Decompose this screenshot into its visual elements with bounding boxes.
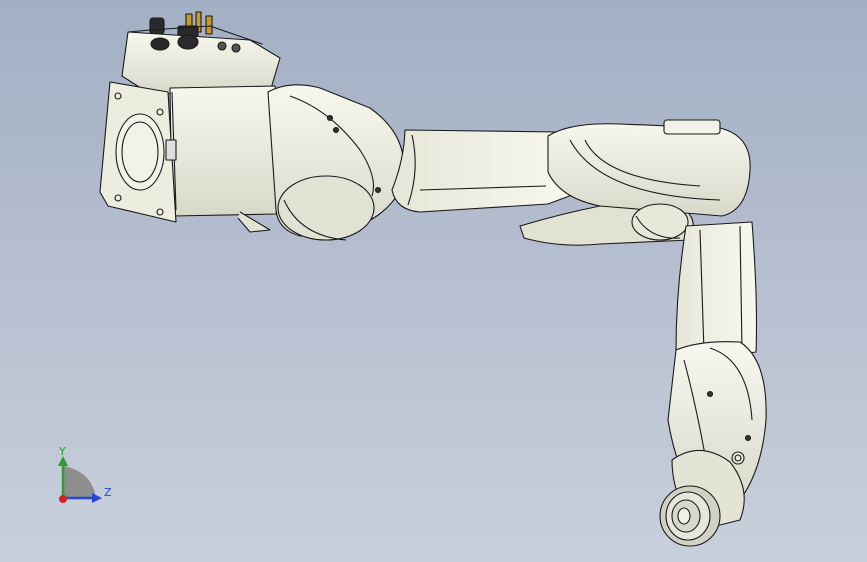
base-body <box>169 85 284 217</box>
forearm-link <box>675 221 758 361</box>
triad-y-label: Y <box>58 445 66 458</box>
model-view[interactable]: Y Z <box>0 0 867 562</box>
cad-graphics-viewport[interactable]: Y Z <box>0 0 867 562</box>
shoulder-lower-cover <box>277 175 375 241</box>
wrist-screw-a <box>731 451 745 465</box>
tool-flange <box>659 485 721 547</box>
triad-x-axis-dot <box>59 495 67 503</box>
flange-face <box>115 113 165 191</box>
triad-z-label: Z <box>104 486 112 499</box>
